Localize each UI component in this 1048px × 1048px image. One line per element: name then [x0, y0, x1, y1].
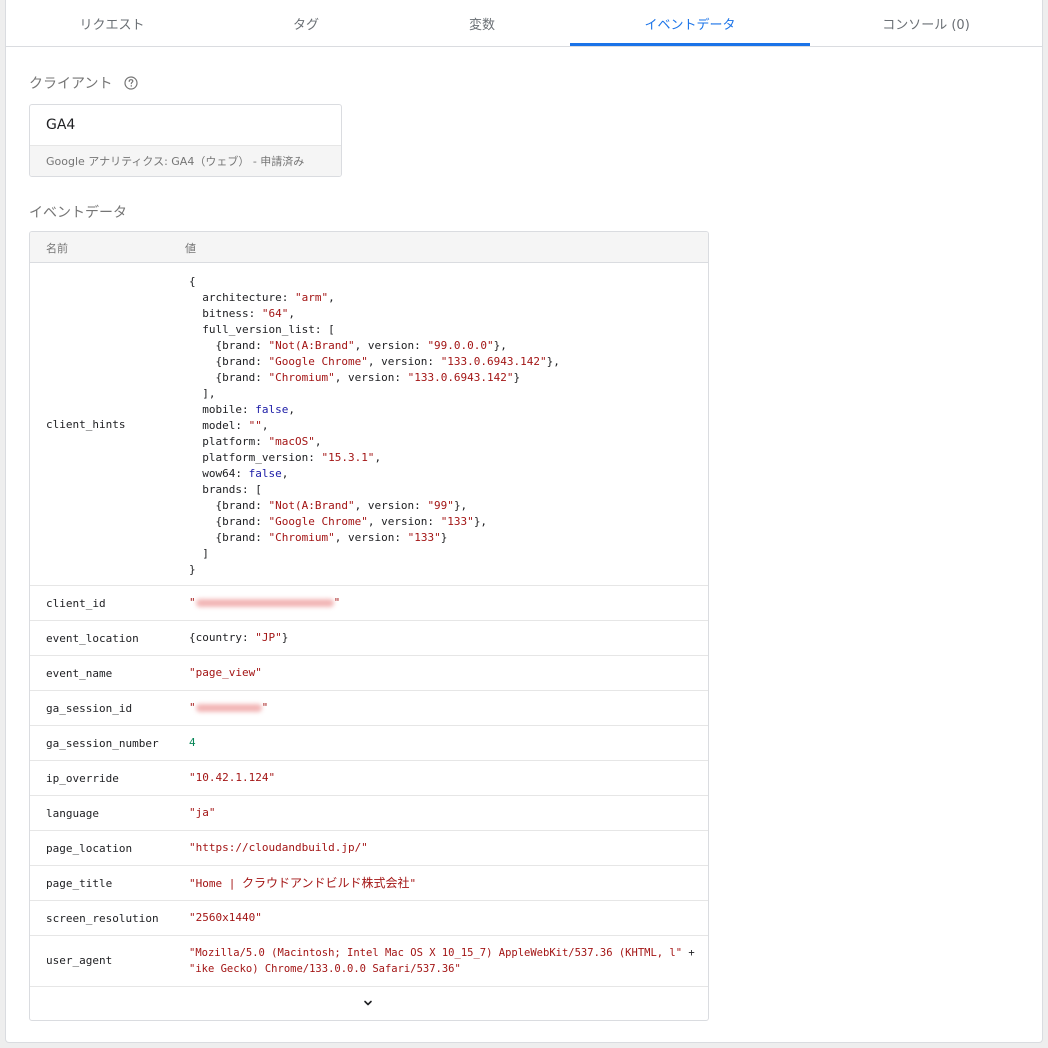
gtm-preview-panel: リクエスト タグ 変数 イベントデータ コンソール (0) クライアント GA4…	[5, 0, 1043, 1043]
table-row-screen-resolution: screen_resolution "2560x1440"	[30, 901, 708, 936]
screen-resolution-value: "2560x1440"	[189, 911, 262, 924]
redacted-value	[195, 704, 262, 712]
row-key: user_agent	[46, 954, 113, 967]
table-row-ip-override: ip_override "10.42.1.124"	[30, 761, 708, 796]
client-id-value: " "	[189, 596, 341, 609]
column-header-value: 値	[185, 242, 196, 255]
table-row-user-agent: user_agent "Mozilla/5.0 (Macintosh; Inte…	[30, 936, 708, 987]
event-data-section-label: イベントデータ	[29, 205, 127, 221]
table-row-client-id: client_id " "	[30, 586, 708, 621]
table-row-ga-session-id: ga_session_id " "	[30, 691, 708, 726]
tab-console[interactable]: コンソール (0)	[826, 0, 1026, 46]
table-row-ga-session-number: ga_session_number 4	[30, 726, 708, 761]
event-location-value: {country: "JP"}	[189, 631, 289, 644]
row-key: ga_session_number	[46, 737, 159, 750]
ga-session-number-value: 4	[189, 736, 196, 749]
row-key: event_name	[46, 667, 113, 680]
event-name-value: "page_view"	[189, 666, 262, 679]
tab-tags[interactable]: タグ	[206, 0, 406, 46]
ga-session-id-value: " "	[189, 701, 269, 714]
redacted-value	[195, 599, 334, 607]
table-header: 名前 値	[30, 232, 708, 263]
table-row-page-title: page_title "Home | クラウドアンドビルド株式会社"	[30, 866, 708, 901]
client-name: GA4	[46, 117, 76, 133]
table-row-event-location: event_location {country: "JP"}	[30, 621, 708, 656]
table-row-page-location: page_location "https://cloudandbuild.jp/…	[30, 831, 708, 866]
tab-variables[interactable]: 変数	[382, 0, 582, 46]
table-row-event-name: event_name "page_view"	[30, 656, 708, 691]
row-key: page_title	[46, 877, 113, 890]
row-key: ip_override	[46, 772, 119, 785]
page-location-value: "https://cloudandbuild.jp/"	[189, 841, 368, 854]
tab-request[interactable]: リクエスト	[12, 0, 212, 46]
expand-rows-button[interactable]	[30, 987, 708, 1020]
page-title-value: "Home | クラウドアンドビルド株式会社"	[189, 876, 417, 890]
client-hints-value: { architecture: "arm", bitness: "64", fu…	[189, 275, 560, 576]
tab-event-data[interactable]: イベントデータ	[570, 0, 810, 46]
column-header-name: 名前	[46, 242, 68, 255]
row-key: event_location	[46, 632, 139, 645]
table-row-client-hints: client_hints { architecture: "arm", bitn…	[30, 263, 708, 586]
user-agent-value: "Mozilla/5.0 (Macintosh; Intel Mac OS X …	[189, 947, 695, 975]
help-circle-icon[interactable]	[124, 76, 138, 90]
tab-bar: リクエスト タグ 変数 イベントデータ コンソール (0)	[6, 0, 1042, 47]
row-key: screen_resolution	[46, 912, 159, 925]
ip-override-value: "10.42.1.124"	[189, 771, 276, 784]
table-row-language: language "ja"	[30, 796, 708, 831]
row-key: language	[46, 807, 99, 820]
row-key: ga_session_id	[46, 702, 133, 715]
row-key: client_id	[46, 597, 106, 610]
active-tab-indicator	[570, 43, 810, 46]
chevron-down-icon	[364, 1000, 372, 1006]
event-data-table: 名前 値 client_hints { architecture: "arm",…	[29, 231, 709, 1021]
client-card[interactable]: GA4 Google アナリティクス: GA4（ウェブ） - 申請済み	[29, 104, 342, 177]
language-value: "ja"	[189, 806, 216, 819]
client-section-label: クライアント	[29, 76, 113, 92]
client-description: Google アナリティクス: GA4（ウェブ） - 申請済み	[30, 145, 341, 176]
row-key: client_hints	[46, 418, 126, 431]
row-key: page_location	[46, 842, 133, 855]
